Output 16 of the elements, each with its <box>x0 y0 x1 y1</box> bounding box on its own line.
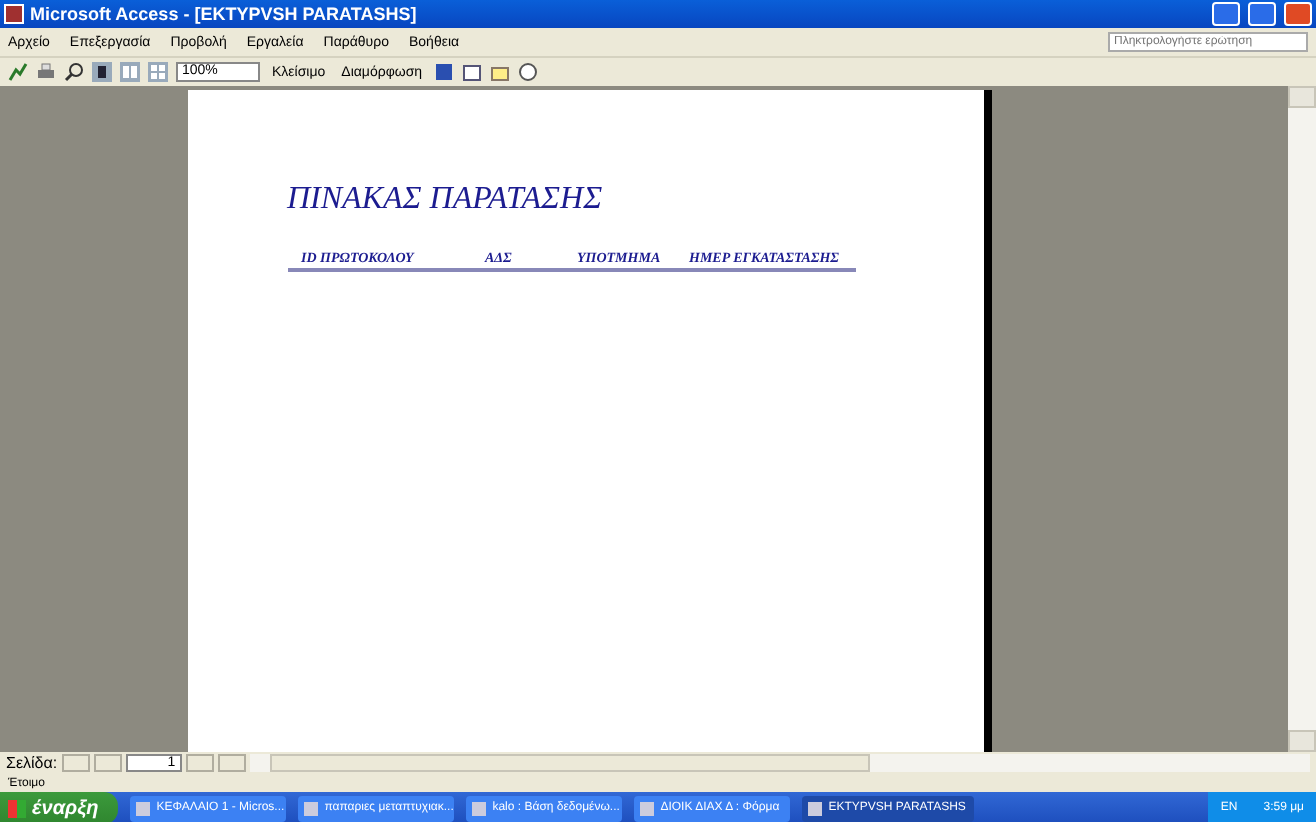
multiple-pages-icon[interactable] <box>148 62 168 82</box>
window-title: Microsoft Access - [EKTYPVSH PARATASHS] <box>30 4 419 24</box>
restore-button[interactable] <box>1248 2 1276 26</box>
one-page-icon[interactable] <box>92 62 112 82</box>
horizontal-scrollbar[interactable] <box>249 754 1310 772</box>
view-icon[interactable] <box>8 62 28 82</box>
app-icon <box>4 4 24 24</box>
print-icon[interactable] <box>36 62 56 82</box>
report-title: ΠΙΝΑΚΑΣ ΠΑΡΑΤΑΣΗΣ <box>287 182 605 218</box>
vertical-scrollbar[interactable] <box>1288 86 1316 752</box>
close-button[interactable] <box>1284 2 1312 26</box>
search-icon[interactable] <box>64 62 84 82</box>
two-pages-icon[interactable] <box>120 62 140 82</box>
page-label: Σελίδα: <box>6 754 58 772</box>
start-button[interactable]: έναρξη <box>0 792 119 822</box>
minimize-button[interactable] <box>1212 2 1240 26</box>
